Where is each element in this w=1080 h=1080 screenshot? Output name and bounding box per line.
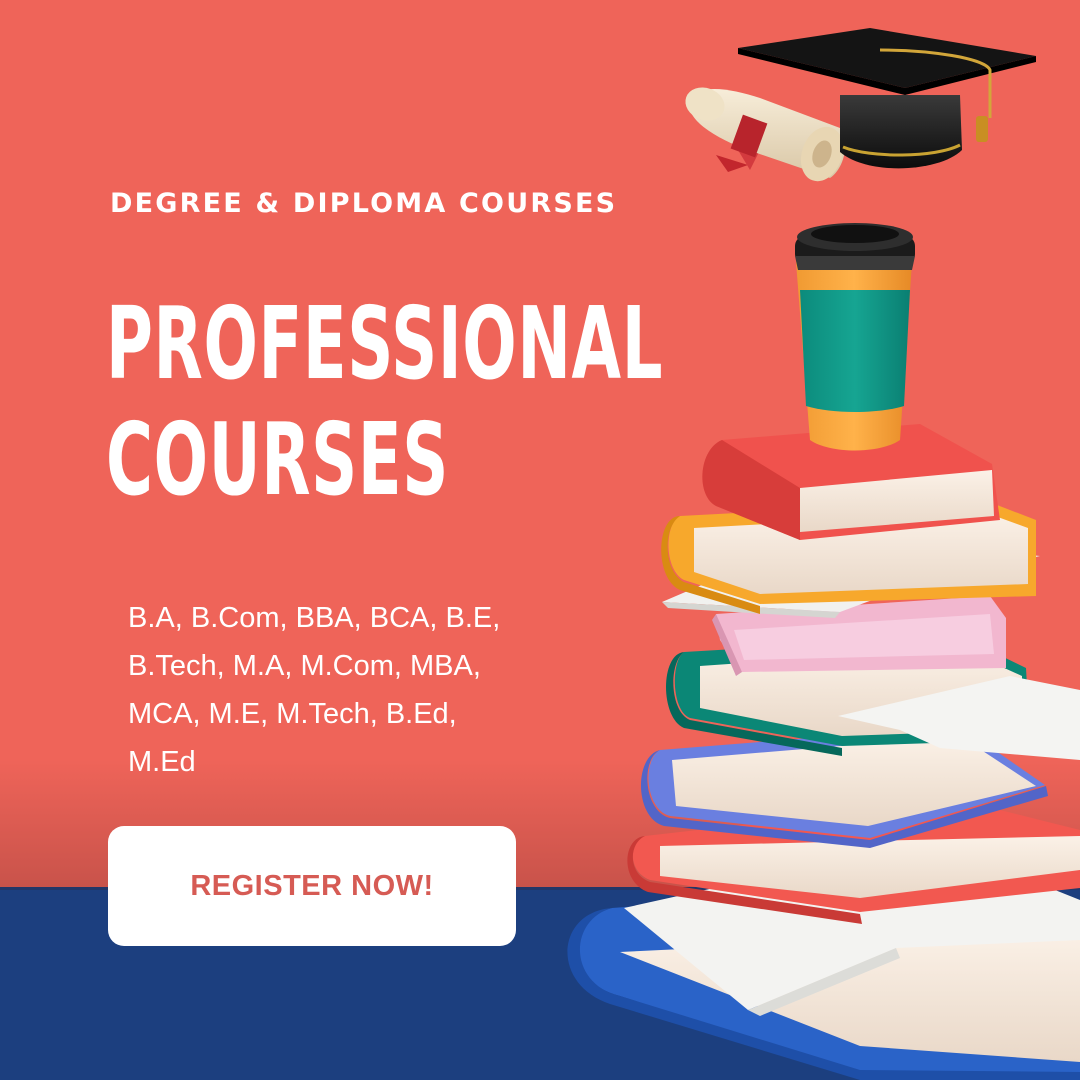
- course-list-line: MCA, M.E, M.Tech, B.Ed,: [128, 698, 457, 730]
- course-list-line: B.A, B.Com, BBA, BCA, B.E,: [128, 602, 501, 634]
- headline-line-1: PROFESSIONAL: [106, 285, 664, 402]
- coffee-cup-icon: [795, 223, 915, 451]
- poster: DEGREE & DIPLOMA COURSES PROFESSIONAL CO…: [0, 0, 1080, 1080]
- course-category-subtitle: DEGREE & DIPLOMA COURSES: [110, 188, 618, 219]
- course-list-line: M.Ed: [128, 746, 196, 778]
- book-stack-icon: [567, 424, 1080, 1080]
- course-list: B.A, B.Com, BBA, BCA, B.E, B.Tech, M.A, …: [128, 594, 548, 786]
- register-now-label: REGISTER NOW!: [190, 869, 434, 902]
- headline-line-2: COURSES: [106, 401, 450, 518]
- register-now-button[interactable]: REGISTER NOW!: [108, 826, 516, 946]
- course-list-line: B.Tech, M.A, M.Com, MBA,: [128, 650, 481, 682]
- page-title: PROFESSIONAL COURSES: [106, 286, 726, 518]
- diploma-scroll-icon: [685, 87, 846, 182]
